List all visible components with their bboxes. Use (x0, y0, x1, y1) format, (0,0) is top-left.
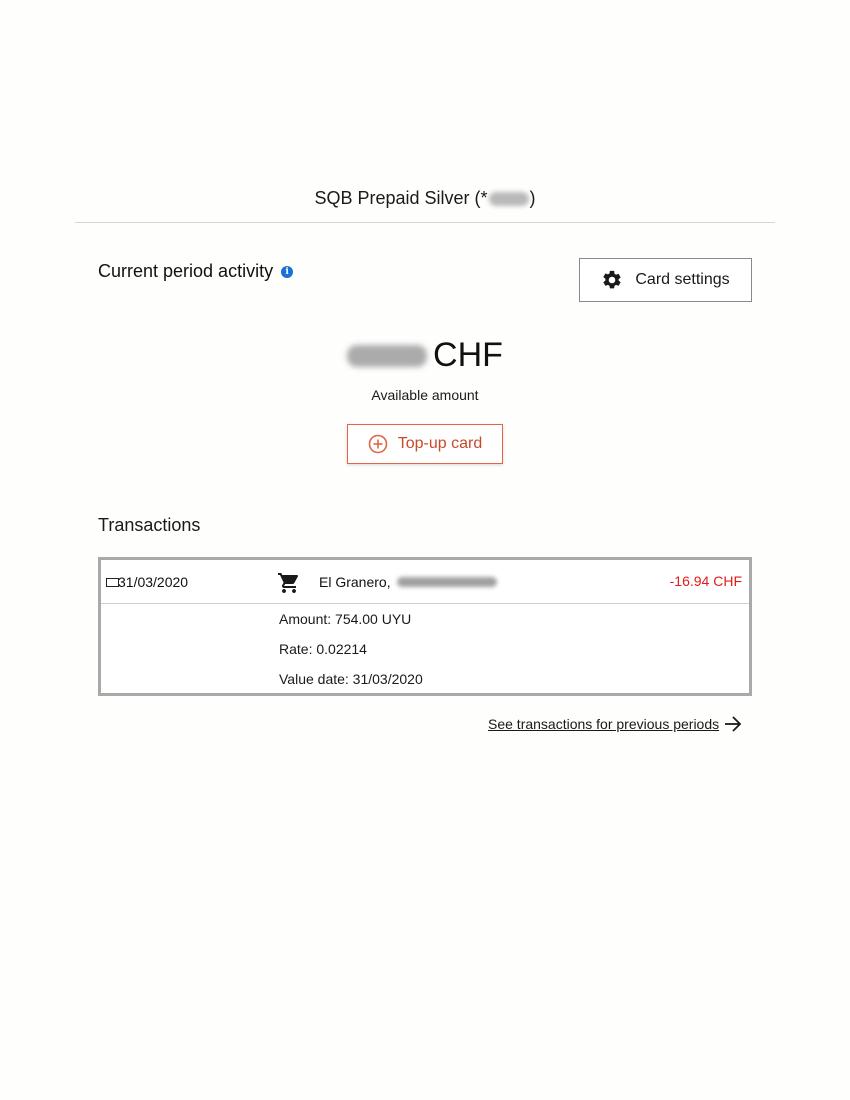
merchant-name: El Granero, (319, 574, 391, 590)
plus-circle-icon (368, 434, 388, 454)
top-up-card-label: Top-up card (397, 435, 483, 452)
card-settings-button[interactable]: Card settings (579, 258, 752, 302)
transaction-value-date: Value date: 31/03/2020 (279, 671, 423, 687)
previous-periods-link[interactable]: See transactions for previous periods (488, 715, 743, 733)
transaction-rate: Rate: 0.02214 (279, 641, 367, 657)
transaction-date-cell: 31/03/2020 (106, 574, 188, 590)
transaction-merchant: El Granero, (319, 574, 497, 590)
gear-icon (603, 270, 621, 289)
top-up-card-button[interactable]: Top-up card (347, 424, 503, 464)
transactions-heading: Transactions (98, 515, 201, 535)
page: SQB Prepaid Silver (*) Current period ac… (0, 0, 850, 1100)
card-title-text: SQB Prepaid Silver (* (314, 188, 488, 208)
arrow-right-icon (725, 716, 742, 732)
redacted-merchant-location (396, 577, 497, 587)
header-divider (75, 222, 775, 223)
shopping-cart-icon (278, 573, 299, 593)
card-title: SQB Prepaid Silver (*) (75, 188, 775, 209)
activity-heading-text: Current period activity (98, 261, 274, 281)
transaction-date: 31/03/2020 (118, 574, 189, 590)
previous-periods-link-text: See transactions for previous periods (488, 716, 720, 732)
transaction-original-amount: Amount: 754.00 UYU (279, 611, 412, 627)
card-settings-label: Card settings (635, 271, 730, 288)
transactions-table: 31/03/2020 El Granero, -16.94 CHF Amount… (98, 557, 752, 696)
info-icon[interactable]: i (281, 266, 294, 278)
table-row[interactable]: 31/03/2020 El Granero, -16.94 CHF (101, 560, 749, 604)
card-title-suffix: ) (529, 188, 536, 208)
available-amount-label: Available amount (371, 387, 479, 403)
balance-row: CHF (0, 336, 850, 375)
activity-heading: Current period activity i (98, 261, 294, 282)
balance-currency: CHF (433, 336, 503, 374)
redacted-balance (347, 344, 428, 367)
transaction-amount: -16.94 CHF (669, 573, 742, 589)
redacted-card-number (488, 192, 529, 207)
